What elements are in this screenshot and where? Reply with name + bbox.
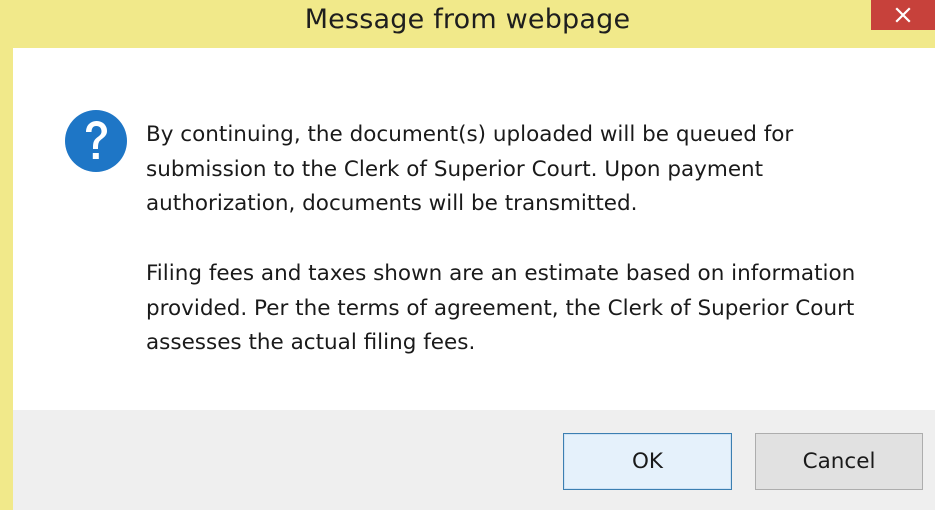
message-paragraph-2: Filing fees and taxes shown are an estim…: [146, 261, 856, 355]
question-icon: [65, 110, 127, 172]
dialog-footer: OK Cancel: [13, 410, 935, 510]
cancel-button[interactable]: Cancel: [755, 433, 923, 490]
message-paragraph-1: By continuing, the document(s) uploaded …: [146, 122, 794, 216]
dialog-title: Message from webpage: [304, 4, 631, 35]
close-icon: [895, 7, 911, 23]
close-button[interactable]: [871, 0, 935, 30]
dialog-titlebar[interactable]: Message from webpage: [0, 0, 935, 48]
dialog-content: By continuing, the document(s) uploaded …: [13, 48, 935, 410]
ok-button[interactable]: OK: [563, 433, 732, 490]
message-dialog: Message from webpage By continuing, the …: [0, 0, 935, 510]
